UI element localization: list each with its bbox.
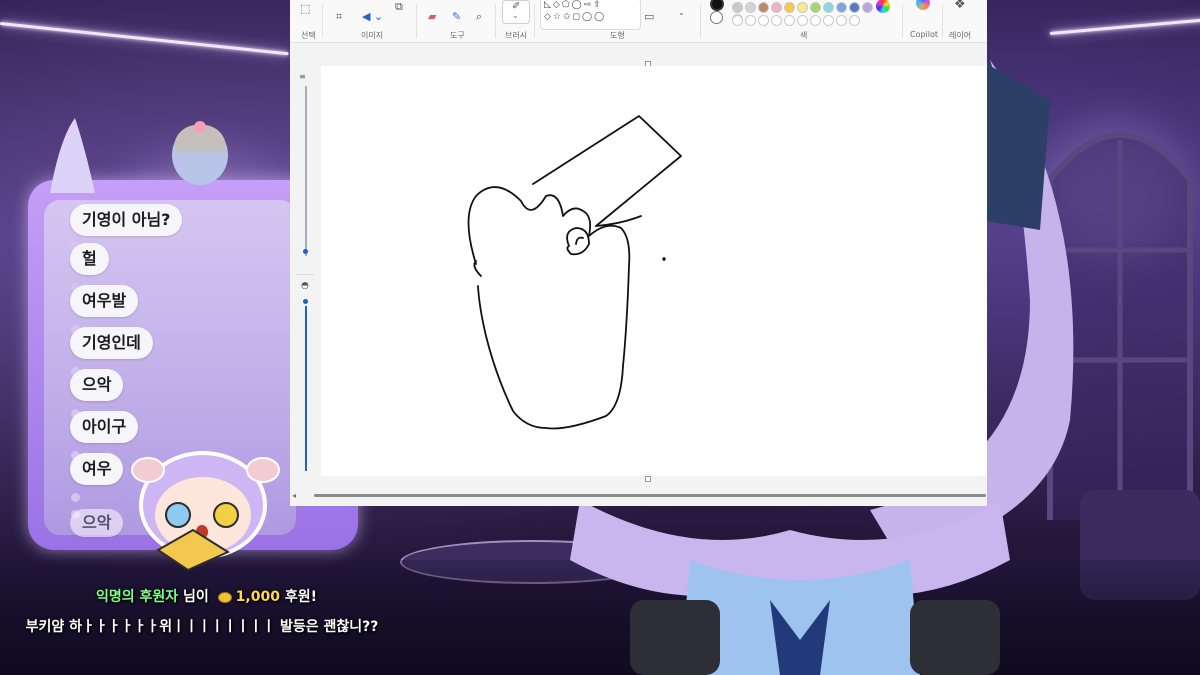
size-sliders: ≡ ◓	[290, 66, 320, 486]
color-swatch[interactable]	[810, 2, 821, 13]
empty-color-swatch[interactable]	[810, 15, 821, 26]
copilot-icon[interactable]	[916, 0, 930, 10]
opacity-icon: ◓	[301, 281, 309, 291]
donor-name: 익명의 후원자	[96, 589, 179, 605]
rotate-icon[interactable]: ◀ ⌄	[362, 10, 383, 23]
line-width-icon: ≡	[299, 72, 306, 81]
horizontal-scrollbar[interactable]	[314, 494, 986, 497]
shape-outline-icon[interactable]: ▭	[644, 10, 654, 23]
group-label-layers: 레이어	[949, 31, 972, 40]
empty-color-swatch[interactable]	[849, 15, 860, 26]
shapes-gallery[interactable]: ◺◇⬠◯⇨⇧ ◇☆✩◻◯◯	[540, 0, 641, 30]
empty-color-swatch[interactable]	[823, 15, 834, 26]
crop-icon[interactable]: ⌗	[336, 10, 342, 24]
group-label-copilot: Copilot	[910, 30, 939, 39]
donation-amount: 1,000	[235, 589, 280, 605]
coin-icon	[217, 591, 232, 603]
empty-color-swatch[interactable]	[836, 15, 847, 26]
resize-icon[interactable]: ⧉	[395, 0, 403, 14]
eraser-icon[interactable]: ▰	[428, 10, 436, 23]
empty-color-swatch[interactable]	[771, 15, 782, 26]
edit-colors-icon[interactable]	[876, 0, 890, 13]
color-swatch[interactable]	[784, 2, 795, 13]
neon-light-left	[0, 22, 289, 56]
chat-message: 으악	[70, 509, 124, 537]
group-label-shapes: 도형	[610, 31, 625, 40]
group-label-select: 선택	[301, 31, 316, 40]
color-swatch[interactable]	[849, 2, 860, 13]
paint-toolbar: ⬚ 선택 ⌗ ◀ ⌄ ⧉ 이미지 ▰ ✎ ⌕ 도구 ✐ ⌄ 브러시 ◺◇⬠◯⇨⇧…	[290, 0, 987, 43]
color-swatch[interactable]	[771, 2, 782, 13]
empty-color-swatch[interactable]	[784, 15, 795, 26]
empty-color-swatch[interactable]	[758, 15, 769, 26]
donation-message: 부키얌 하ㅏㅏㅏㅏㅏㅏ위ㅣㅣㅣㅣㅣㅣㅣㅣ 발등은 괜찮니??	[25, 619, 379, 635]
group-label-tools: 도구	[450, 31, 465, 40]
amount-suffix: 후원!	[279, 589, 317, 605]
color-swatch[interactable]	[797, 2, 808, 13]
scroll-left-arrow[interactable]: ◂	[292, 491, 296, 500]
brush-size-slider[interactable]	[303, 249, 308, 254]
color-swatch[interactable]	[862, 2, 873, 13]
layers-icon[interactable]: ❖	[954, 0, 966, 12]
magnifier-icon[interactable]: ⌕	[476, 10, 482, 24]
shape-fill-icon[interactable]: ⌄	[678, 8, 685, 17]
paw-drawing	[467, 115, 682, 430]
donor-suffix: 님이	[178, 589, 214, 605]
drawing-canvas[interactable]	[321, 66, 987, 476]
group-label-image: 이미지	[361, 31, 384, 40]
color-swatch[interactable]	[745, 2, 756, 13]
chat-message: 여우	[70, 453, 124, 485]
empty-color-swatch[interactable]	[745, 15, 756, 26]
chat-message: 여우발	[70, 285, 139, 317]
canvas-resize-handle-bottom[interactable]	[645, 476, 651, 482]
chat-message: 기영인데	[70, 327, 153, 359]
donation-alert-title: 익명의 후원자 님이 1,000 후원!	[96, 586, 317, 606]
paint-window: ⬚ 선택 ⌗ ◀ ⌄ ⧉ 이미지 ▰ ✎ ⌕ 도구 ✐ ⌄ 브러시 ◺◇⬠◯⇨⇧…	[290, 0, 987, 506]
secondary-color-swatch[interactable]	[710, 11, 723, 24]
color-swatch[interactable]	[758, 2, 769, 13]
chat-message: 헐	[70, 243, 109, 275]
empty-color-swatch[interactable]	[797, 15, 808, 26]
color-swatch[interactable]	[823, 2, 834, 13]
unicorn-horn-decoration	[40, 118, 100, 198]
color-picker-icon[interactable]: ✎	[452, 10, 461, 23]
select-rect-icon[interactable]: ⬚	[300, 2, 310, 15]
color-swatch[interactable]	[732, 2, 743, 13]
opacity-slider[interactable]	[303, 299, 308, 304]
chat-message: 으악	[70, 369, 124, 401]
chat-message: 기영이 아님?	[70, 204, 183, 236]
primary-color-swatch[interactable]	[710, 0, 724, 11]
empty-color-swatch[interactable]	[732, 15, 743, 26]
group-label-brush: 브러시	[505, 31, 528, 40]
mascot-plush	[172, 121, 228, 185]
chibi-mascot	[131, 451, 280, 572]
brush-button[interactable]: ✐ ⌄	[502, 0, 530, 24]
group-label-colors: 색	[800, 31, 808, 40]
color-swatch[interactable]	[836, 2, 847, 13]
